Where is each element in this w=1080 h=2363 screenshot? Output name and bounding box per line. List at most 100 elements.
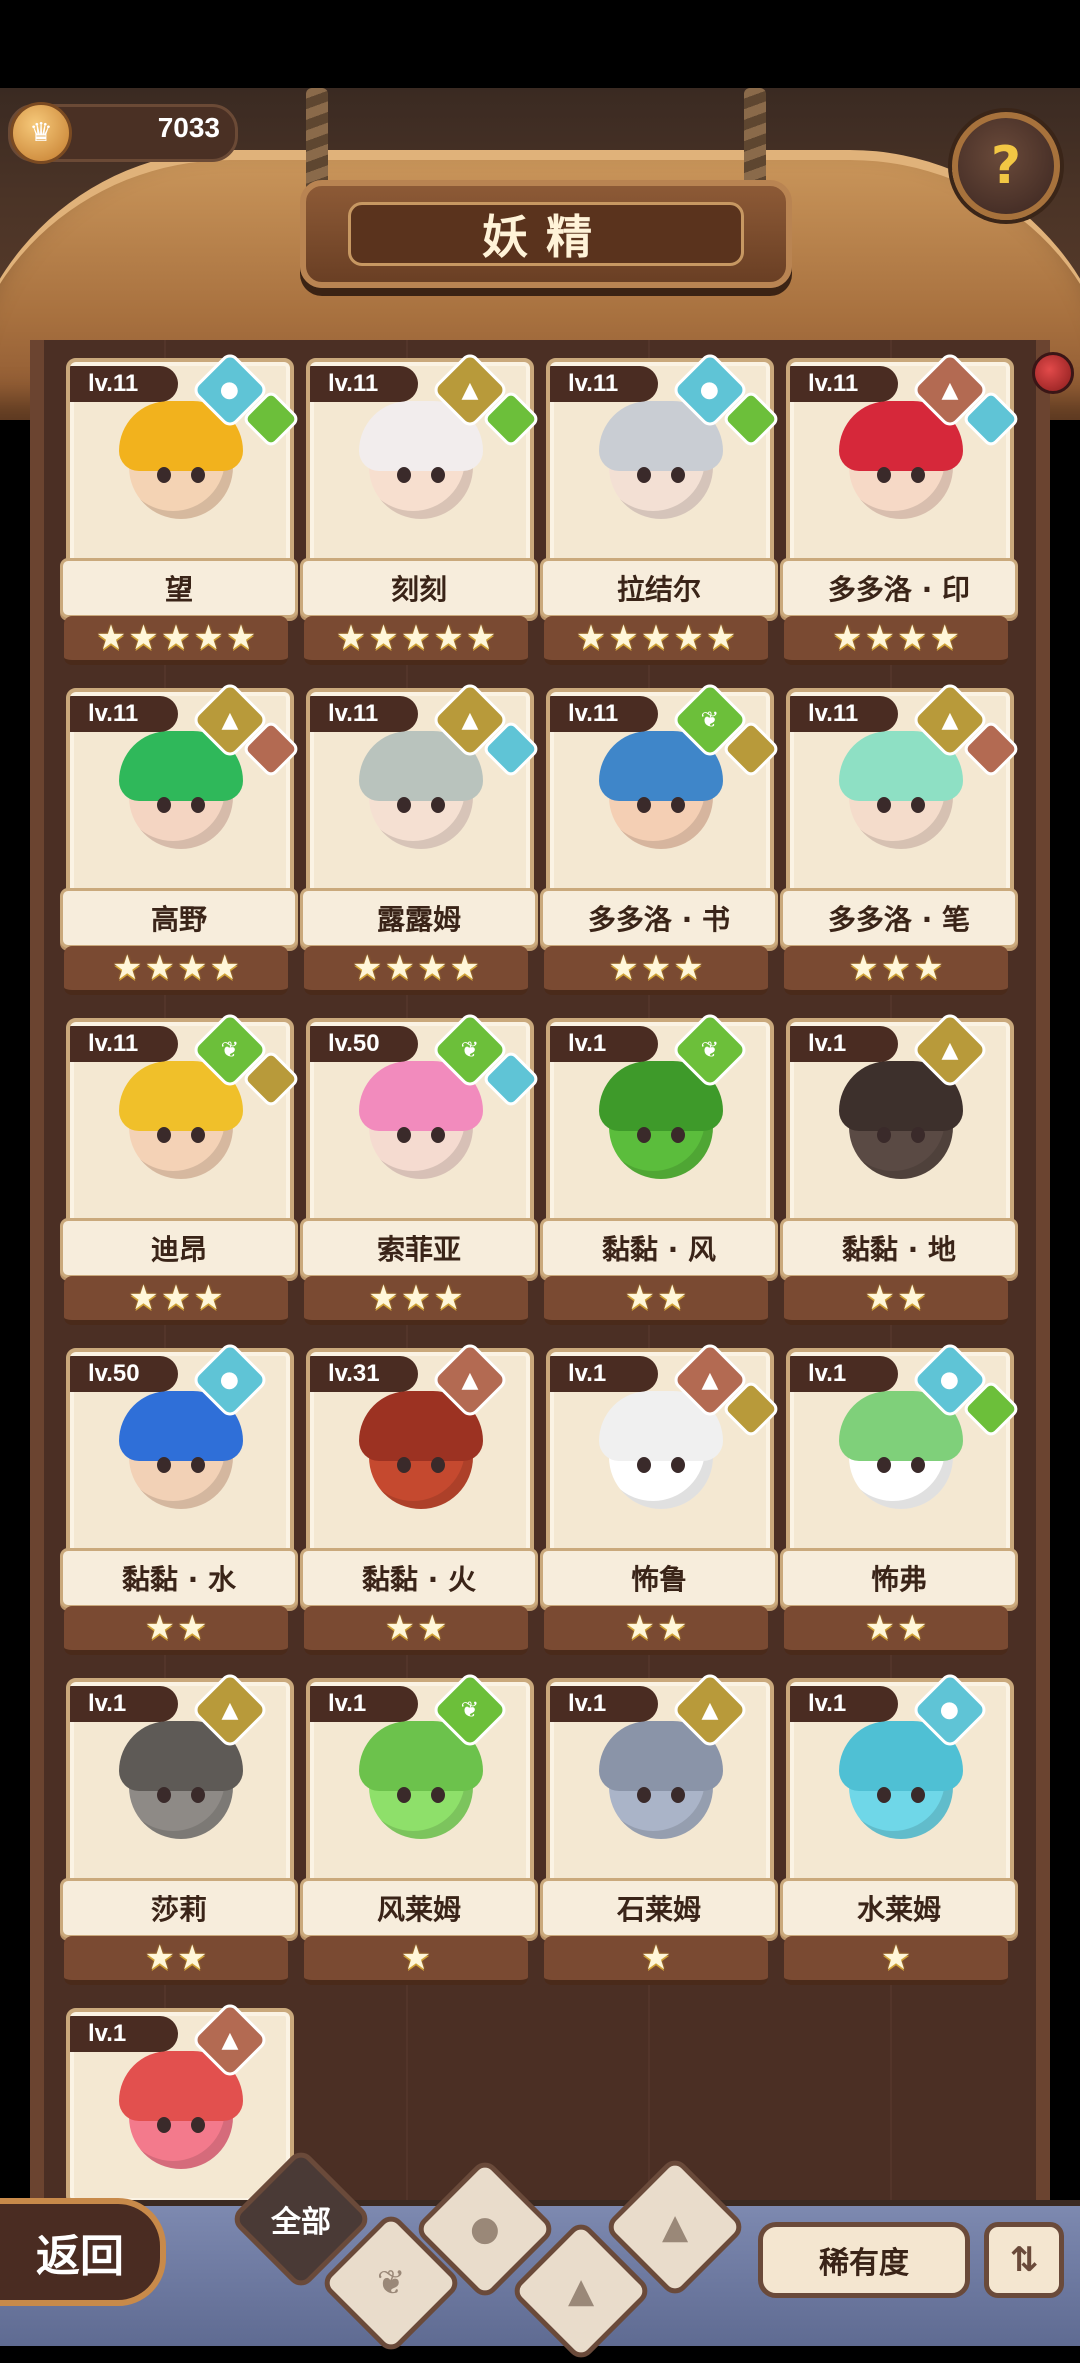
star-icon: ★ [177,1938,208,1978]
star-icon: ★ [144,948,175,988]
star-icon: ★ [864,1278,895,1318]
sort-order-button[interactable]: ⇅ [984,2222,1064,2298]
star-rating: ★ ★ [304,1606,528,1655]
fairy-card[interactable]: lv.50 ❦ 索菲亚 ★ ★ ★ [300,1010,541,1325]
star-rating: ★ ★ ★ ★ [784,616,1008,665]
mountain-icon: ▲ [567,2271,595,2311]
volcano-icon: ▲ [661,2207,689,2247]
fairy-card[interactable]: lv.1 ▲ 怖鲁 ★ ★ [540,1340,781,1655]
star-rating: ★ ★ [784,1606,1008,1655]
fairy-level: lv.11 [790,366,898,402]
fairy-level: lv.1 [550,1356,658,1392]
fairy-level: lv.1 [70,1686,178,1722]
fairy-card[interactable]: lv.11 ▲ 刻刻 ★ ★ ★ ★ ★ [300,350,541,665]
fairy-card[interactable]: lv.11 ● 望 ★ ★ ★ ★ ★ [60,350,301,665]
star-icon: ★ [880,1938,912,1978]
fairy-card[interactable]: lv.11 ▲ 高野 ★ ★ ★ ★ [60,680,301,995]
fairy-name: 多多洛 · 书 [540,888,778,948]
star-icon: ★ [608,948,639,988]
star-icon: ★ [384,1608,415,1648]
star-icon: ★ [657,1278,688,1318]
star-icon: ★ [640,618,672,658]
fairy-card[interactable]: lv.1 ● 怖弗 ★ ★ [780,1340,1021,1655]
star-icon: ★ [209,948,240,988]
star-icon: ★ [433,1278,464,1318]
fairy-card[interactable]: lv.1 ▲ 黏黏 · 地 ★ ★ [780,1010,1018,1325]
fairy-name: 刻刻 [300,558,538,618]
star-icon: ★ [897,1608,928,1648]
fairy-card[interactable]: lv.11 ❦ 多多洛 · 书 ★ ★ ★ [540,680,781,995]
star-icon: ★ [640,1938,672,1978]
star-icon: ★ [128,1278,159,1318]
star-icon: ★ [575,618,607,658]
star-icon: ★ [128,618,159,658]
fairy-card[interactable]: lv.11 ❦ 迪昂 ★ ★ ★ [60,1010,301,1325]
status-bar [0,0,1080,88]
fairy-name: 索菲亚 [300,1218,538,1278]
fairy-name: 露露姆 [300,888,538,948]
fairy-level: lv.11 [70,696,178,732]
fairy-name: 黏黏 · 风 [540,1218,778,1278]
fairy-card[interactable]: lv.1 ❦ 风莱姆 ★ [300,1670,538,1985]
star-icon: ★ [193,618,224,658]
fairy-level: lv.50 [310,1026,418,1062]
star-rating: ★ ★ [64,1606,288,1655]
coin-icon: ♛ [10,102,72,164]
fairy-name: 怖弗 [780,1548,1018,1608]
fairy-card[interactable]: lv.11 ▲ 多多洛 · 笔 ★ ★ ★ [780,680,1021,995]
star-icon: ★ [400,618,432,658]
fairy-card[interactable]: lv.31 ▲ 黏黏 · 火 ★ ★ [300,1340,538,1655]
back-button[interactable]: 返回 [0,2198,166,2306]
back-label: 返回 [36,2231,124,2282]
rarity-sort-button[interactable]: 稀有度 [758,2222,970,2298]
fairy-card[interactable]: lv.1 ● 水莱姆 ★ [780,1670,1018,1985]
question-icon: ? [990,136,1022,196]
fairy-card[interactable]: lv.11 ▲ 多多洛 · 印 ★ ★ ★ ★ [780,350,1021,665]
star-rating: ★ ★ [544,1276,768,1325]
star-rating: ★ [784,1936,1008,1985]
fairy-card[interactable]: lv.1 ▲ [60,2000,294,2206]
star-icon: ★ [864,1608,895,1648]
fairy-card[interactable]: lv.1 ▲ 石莱姆 ★ [540,1670,778,1985]
star-icon: ★ [465,618,497,658]
star-icon: ★ [624,1278,655,1318]
star-rating: ★ [304,1936,528,1985]
ladybug-icon [1032,352,1074,394]
star-rating: ★ ★ ★ ★ [304,946,528,995]
fairy-name: 莎莉 [60,1878,298,1938]
fairy-level: lv.11 [310,696,418,732]
star-rating: ★ ★ ★ ★ [64,946,288,995]
fairy-name: 风莱姆 [300,1878,538,1938]
fairy-card[interactable]: lv.11 ● 拉结尔 ★ ★ ★ ★ ★ [540,350,781,665]
star-icon: ★ [913,948,944,988]
fairy-name: 黏黏 · 地 [780,1218,1018,1278]
fairy-level: lv.11 [70,1026,178,1062]
star-rating: ★ ★ [784,1276,1008,1325]
rarity-label: 稀有度 [819,2246,909,2281]
fairy-card[interactable]: lv.1 ▲ 莎莉 ★ ★ [60,1670,298,1985]
star-icon: ★ [160,1278,192,1318]
star-rating: ★ ★ ★ [544,946,768,995]
star-rating: ★ ★ [64,1936,288,1985]
fairy-level: lv.1 [310,1686,418,1722]
star-icon: ★ [624,1608,655,1648]
star-icon: ★ [673,948,704,988]
fairy-level: lv.1 [790,1026,898,1062]
fairy-card[interactable]: lv.1 ❦ 黏黏 · 风 ★ ★ [540,1010,778,1325]
fairy-name: 高野 [60,888,298,948]
fairy-level: lv.31 [310,1356,418,1392]
star-icon: ★ [144,1938,175,1978]
fairy-name: 多多洛 · 印 [780,558,1018,618]
fairy-name: 多多洛 · 笔 [780,888,1018,948]
star-icon: ★ [832,618,863,658]
leaf-icon: ❦ [376,2263,406,2303]
fairy-name: 石莱姆 [540,1878,778,1938]
star-icon: ★ [640,948,672,988]
fairy-card[interactable]: lv.50 ● 黏黏 · 水 ★ ★ [60,1340,298,1655]
fairy-level: lv.1 [790,1686,898,1722]
fairy-card[interactable]: lv.11 ▲ 露露姆 ★ ★ ★ ★ [300,680,541,995]
fairy-level: lv.11 [790,696,898,732]
help-button[interactable]: ? [952,112,1060,220]
fairy-name: 黏黏 · 水 [60,1548,298,1608]
star-rating: ★ ★ ★ [64,1276,288,1325]
